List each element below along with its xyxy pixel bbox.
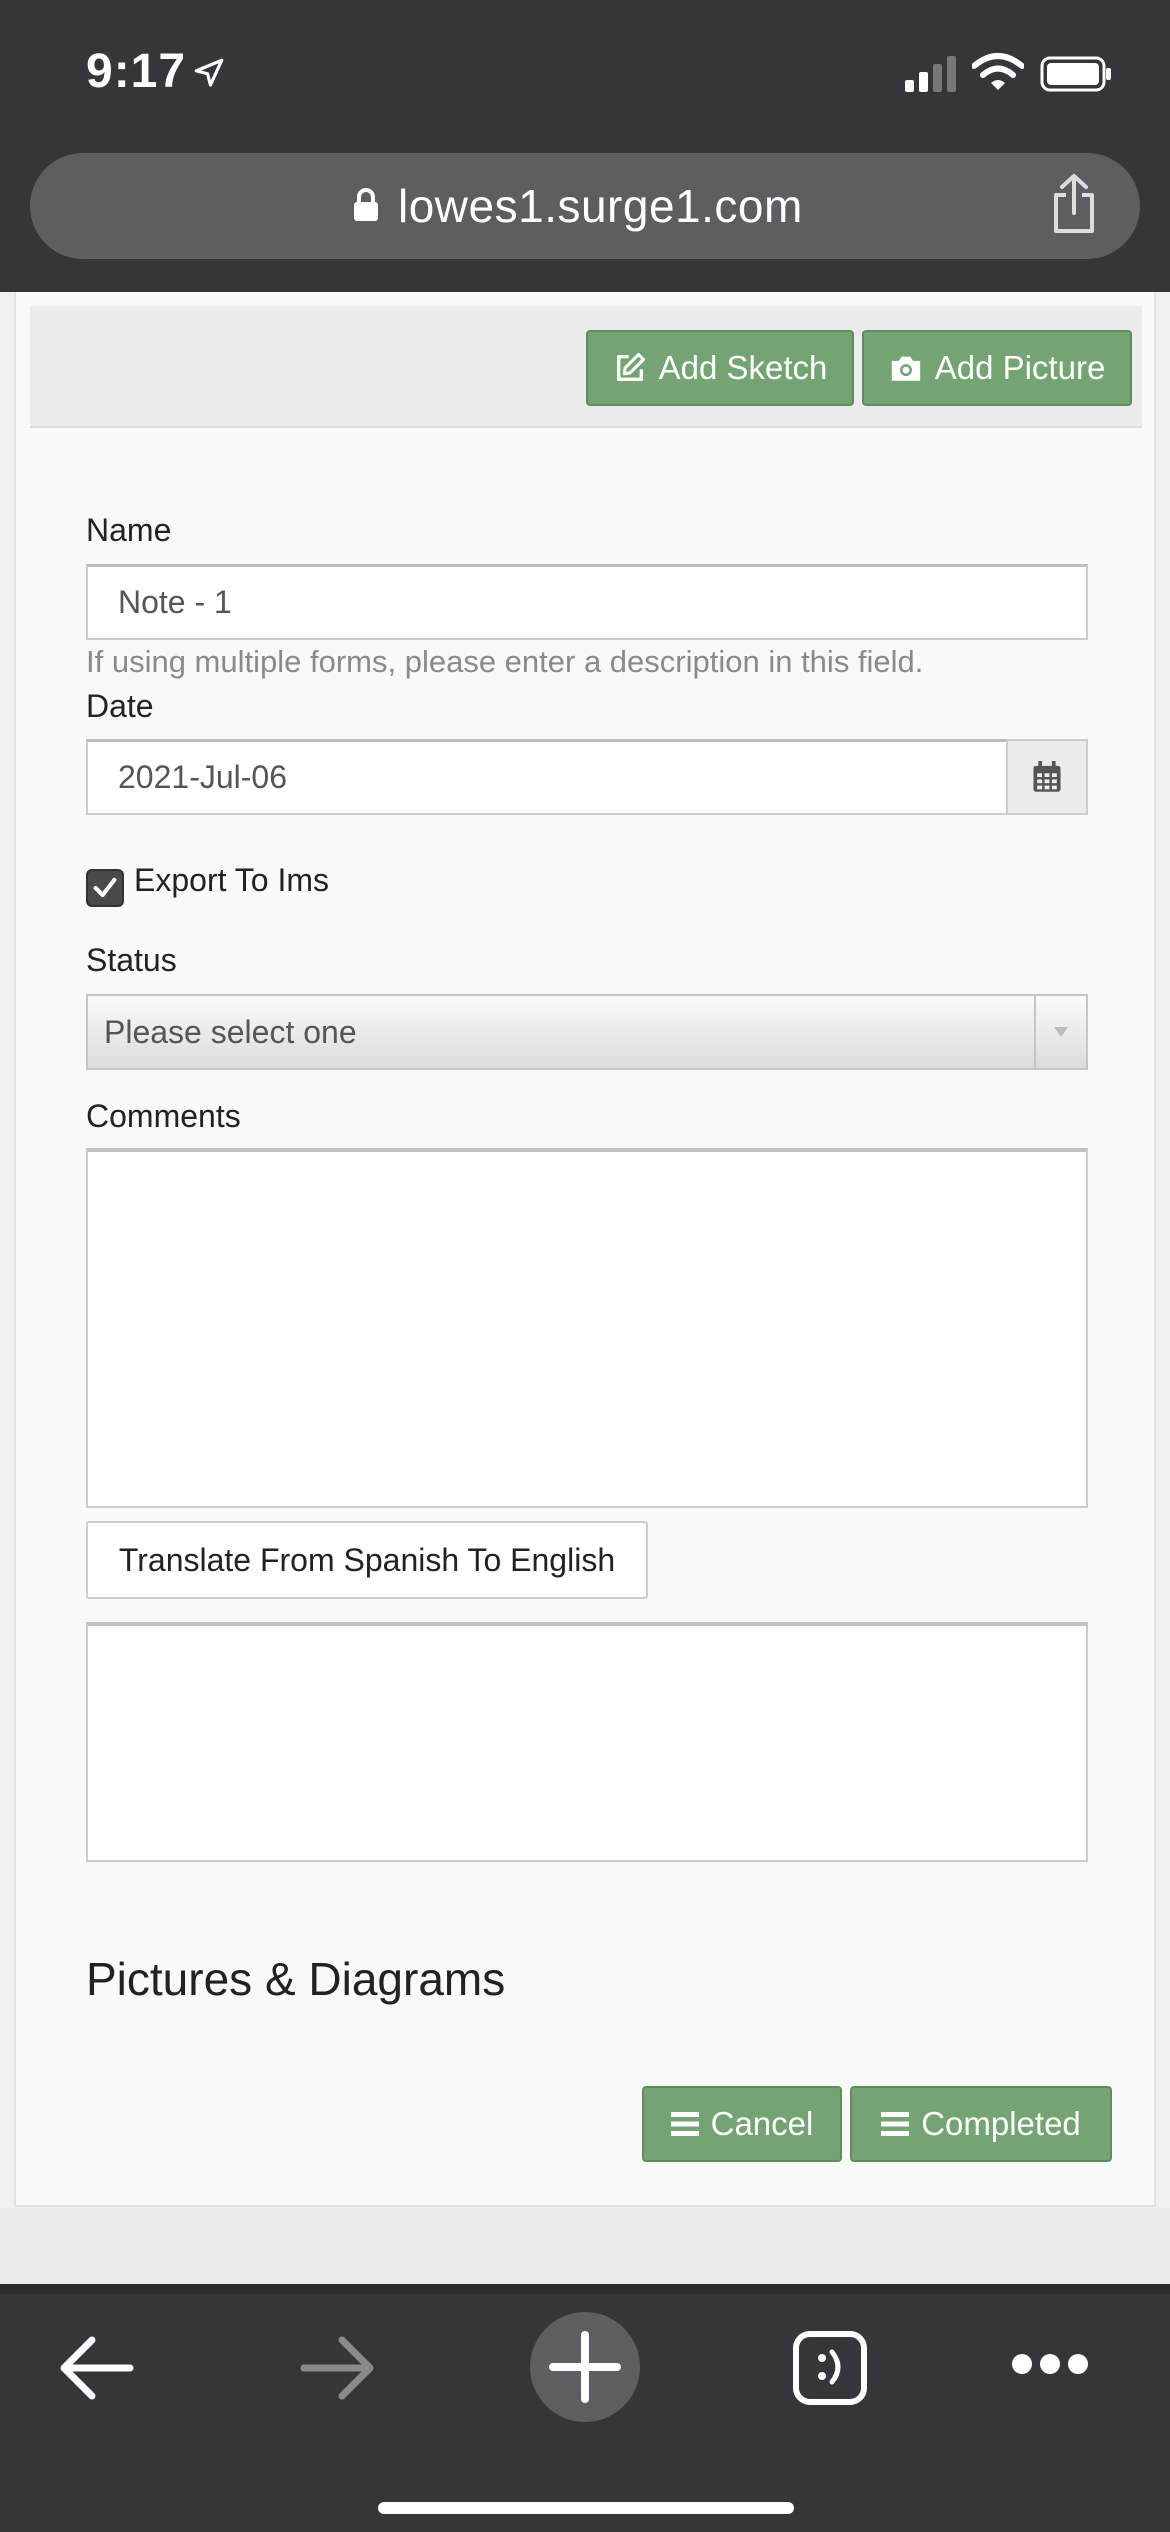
location-arrow-icon: [194, 58, 224, 87]
divider: [0, 2284, 1170, 2294]
translation-textarea[interactable]: [86, 1622, 1088, 1862]
battery-icon: [1040, 56, 1111, 92]
name-input[interactable]: Note - 1: [86, 564, 1088, 640]
cellular-signal-icon: [905, 56, 956, 92]
export-to-ims-checkbox[interactable]: [86, 869, 124, 907]
plus-icon: [549, 2331, 621, 2403]
forward-arrow-icon[interactable]: [298, 2330, 378, 2406]
note-form-card: Add Sketch Add Picture Name Note - 1 If …: [14, 292, 1156, 2207]
export-to-ims-label: Export To Ims: [134, 862, 330, 898]
cancel-label: Cancel: [710, 2105, 814, 2142]
new-tab-button[interactable]: [530, 2312, 640, 2422]
add-picture-button[interactable]: Add Picture: [862, 330, 1132, 406]
comments-textarea[interactable]: [86, 1148, 1088, 1508]
add-sketch-label: Add Sketch: [658, 349, 828, 386]
status-time: 9:17: [86, 45, 187, 98]
back-arrow-icon[interactable]: [56, 2330, 136, 2406]
lock-icon: [354, 188, 378, 221]
status-label: Status: [86, 942, 177, 978]
share-icon[interactable]: [1050, 173, 1098, 235]
list-icon: [881, 2112, 910, 2136]
page-bottom-area: [0, 2208, 1170, 2284]
checkmark-icon: [93, 877, 117, 898]
calendar-icon: [1033, 761, 1061, 792]
list-icon: [670, 2112, 699, 2136]
date-label: Date: [86, 688, 154, 724]
name-label: Name: [86, 512, 172, 548]
tabs-icon[interactable]: [792, 2330, 868, 2406]
address-bar[interactable]: lowes1.surge1.com: [30, 153, 1140, 259]
comments-label: Comments: [86, 1098, 241, 1134]
status-select[interactable]: Please select one: [86, 994, 1088, 1070]
camera-icon: [891, 356, 920, 381]
add-sketch-button[interactable]: Add Sketch: [586, 330, 854, 406]
cancel-button[interactable]: Cancel: [642, 2086, 842, 2162]
url-text: lowes1.surge1.com: [398, 180, 803, 232]
chevron-down-icon: [1034, 996, 1086, 1068]
translate-button[interactable]: Translate From Spanish To English: [86, 1521, 648, 1599]
calendar-button[interactable]: [1006, 739, 1088, 815]
browser-chrome-bottom: [0, 2294, 1170, 2532]
form-toolbar: Add Sketch Add Picture: [30, 306, 1142, 428]
edit-icon: [616, 352, 645, 382]
wifi-icon: [972, 53, 1024, 90]
status-selected-value: Please select one: [104, 1013, 357, 1050]
pictures-diagrams-title: Pictures & Diagrams: [86, 1953, 506, 2005]
browser-chrome-top: 9:17 lowes1.surge1.com: [0, 0, 1170, 292]
home-indicator: [378, 2502, 794, 2514]
more-icon[interactable]: [1010, 2352, 1090, 2376]
completed-button[interactable]: Completed: [850, 2086, 1112, 2162]
date-input[interactable]: 2021-Jul-06: [86, 739, 1008, 815]
add-picture-label: Add Picture: [934, 349, 1106, 386]
name-help-text: If using multiple forms, please enter a …: [86, 644, 924, 679]
completed-label: Completed: [921, 2105, 1081, 2142]
